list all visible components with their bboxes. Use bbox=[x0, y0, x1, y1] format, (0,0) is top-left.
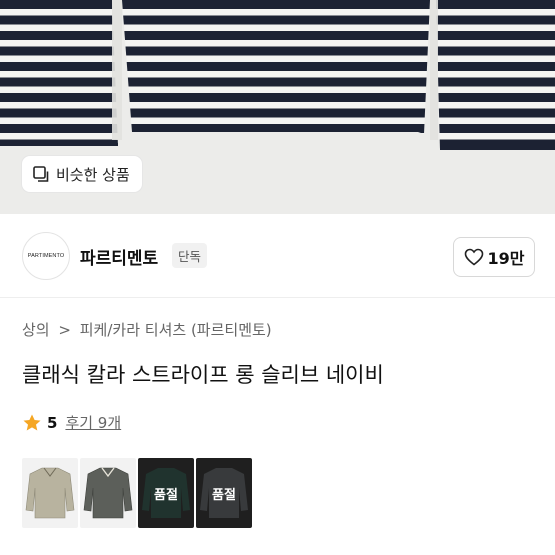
beige-shirt-thumbnail bbox=[25, 467, 75, 519]
reviews-link[interactable]: 후기 9개 bbox=[65, 412, 121, 433]
variant-grey[interactable]: 품절 bbox=[196, 458, 252, 528]
brand-name[interactable]: 파르티멘토 bbox=[80, 244, 158, 269]
product-title: 클래식 칼라 스트라이프 롱 슬리브 네이비 bbox=[22, 363, 384, 387]
breadcrumb-separator: > bbox=[58, 321, 71, 339]
like-button[interactable]: 19만 bbox=[453, 237, 535, 277]
similar-items-label: 비슷한 상품 bbox=[56, 165, 130, 184]
star-icon bbox=[23, 414, 41, 430]
brand-logo[interactable]: PARTIMENTO bbox=[22, 232, 70, 280]
section-divider bbox=[0, 297, 555, 298]
charcoal-shirt-thumbnail bbox=[83, 467, 133, 519]
color-variants: 품절 품절 bbox=[22, 458, 252, 528]
rating-score: 5 bbox=[47, 413, 58, 432]
sold-out-label: 품절 bbox=[154, 487, 178, 503]
heart-icon bbox=[464, 248, 483, 266]
similar-items-icon bbox=[33, 166, 49, 182]
rating-summary: 5 후기 9개 bbox=[22, 412, 121, 433]
like-count: 19만 bbox=[487, 249, 525, 268]
variant-dark-green[interactable]: 품절 bbox=[138, 458, 194, 528]
similar-items-button[interactable]: 비슷한 상품 bbox=[22, 156, 142, 192]
exclusive-badge: 단독 bbox=[172, 243, 208, 268]
breadcrumb-subcategory[interactable]: 피케/카라 티셔츠 (파르티멘토) bbox=[80, 321, 272, 339]
brand-logo-text: PARTIMENTO bbox=[27, 253, 65, 259]
product-image[interactable]: 비슷한 상품 bbox=[0, 0, 555, 214]
variant-charcoal[interactable] bbox=[80, 458, 136, 528]
variant-beige[interactable] bbox=[22, 458, 78, 528]
sold-out-label: 품절 bbox=[212, 487, 236, 503]
brand-row: PARTIMENTO 파르티멘토 단독 19만 bbox=[0, 214, 555, 298]
breadcrumb-category[interactable]: 상의 bbox=[22, 321, 50, 339]
breadcrumb: 상의 > 피케/카라 티셔츠 (파르티멘토) bbox=[22, 319, 272, 340]
